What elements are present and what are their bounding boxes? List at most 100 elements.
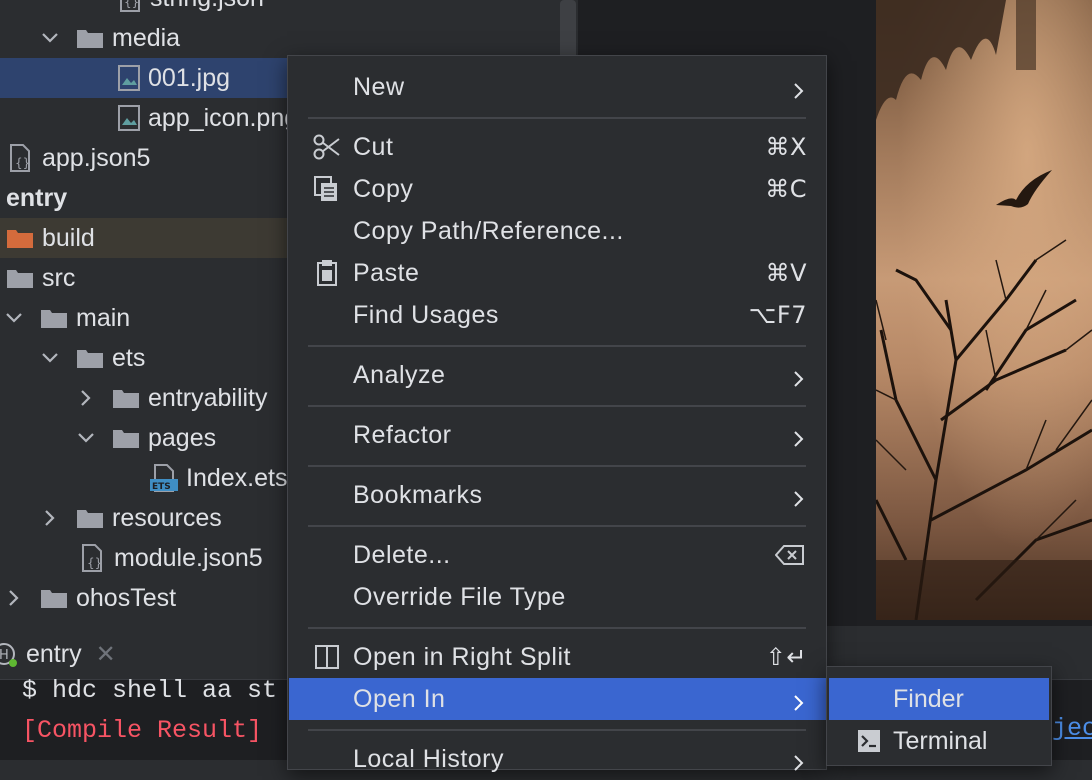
folder-icon [76, 27, 104, 49]
scissors-icon [313, 133, 341, 161]
menu-separator [308, 117, 806, 119]
menu-item-label: Copy Path/Reference... [353, 216, 624, 245]
menu-item-label: Analyze [353, 360, 446, 389]
tree-item-label: build [42, 223, 95, 252]
folder-excluded-icon [6, 227, 34, 249]
menu-item-shortcut: ⌘X [765, 133, 807, 161]
menu-item-label: Find Usages [353, 300, 499, 329]
svg-text:H: H [0, 648, 9, 663]
chevron-down-icon[interactable] [40, 352, 60, 364]
menu-separator [308, 729, 806, 731]
tree-item-label: resources [112, 503, 222, 532]
menu-item-copy[interactable]: Copy ⌘C [289, 168, 827, 210]
tree-item-label: entry [6, 183, 68, 212]
menu-item-new[interactable]: New [289, 66, 827, 108]
console-line: $ hdc shell aa st [22, 676, 278, 705]
menu-item-override-file-type[interactable]: Override File Type [289, 576, 827, 618]
tab-label: entry [26, 639, 82, 668]
menu-item-label: Delete... [353, 540, 451, 569]
tree-item-label: src [42, 263, 76, 292]
chevron-right-icon [793, 690, 805, 719]
console-line-error: [Compile Result] [22, 716, 263, 745]
tree-item-media[interactable]: media [0, 18, 578, 58]
menu-item-delete[interactable]: Delete... [289, 534, 827, 576]
tree-item-label: main [76, 303, 131, 332]
menu-item-find-usages[interactable]: Find Usages ⌥F7 [289, 294, 827, 336]
menu-item-shortcut: ⌘C [765, 175, 807, 203]
menu-item-label: Bookmarks [353, 480, 483, 509]
tree-item-label: ohosTest [76, 583, 177, 612]
menu-item-shortcut: ⌘V [765, 259, 807, 287]
menu-separator [308, 345, 806, 347]
menu-separator [308, 627, 806, 629]
menu-item-open-right-split[interactable]: Open in Right Split ⇧↵ [289, 636, 827, 678]
folder-icon [6, 267, 34, 289]
menu-item-label: Open in Right Split [353, 642, 571, 671]
tree-item-label: app_icon.png [148, 103, 299, 132]
json-file-icon: {} [80, 544, 106, 572]
harmony-run-icon: H [0, 640, 18, 668]
tree-item-label: string.json [150, 0, 264, 13]
split-view-icon [313, 643, 341, 671]
menu-item-shortcut: ⇧↵ [765, 643, 807, 671]
close-icon[interactable]: ✕ [96, 640, 116, 669]
menu-item-cut[interactable]: Cut ⌘X [289, 126, 827, 168]
tree-item-label: 001.jpg [148, 63, 231, 92]
tree-item-string-json[interactable]: {} string.json [0, 0, 578, 18]
menu-item-label: Cut [353, 132, 394, 161]
menu-item-label: New [353, 72, 405, 101]
menu-item-shortcut: ⌥F7 [748, 301, 807, 329]
menu-item-local-history[interactable]: Local History [289, 738, 827, 780]
menu-item-paste[interactable]: Paste ⌘V [289, 252, 827, 294]
open-in-submenu: Finder Terminal [826, 666, 1052, 766]
chevron-right-icon[interactable] [4, 589, 24, 607]
menu-item-bookmarks[interactable]: Bookmarks [289, 474, 827, 516]
tree-item-label: app.json5 [42, 143, 151, 172]
tree-scrollbar[interactable] [560, 0, 576, 60]
image-file-icon [118, 65, 140, 91]
menu-item-open-in[interactable]: Open In [289, 678, 827, 720]
chevron-right-icon [793, 486, 805, 515]
folder-icon [76, 507, 104, 529]
tree-item-label: pages [148, 423, 217, 452]
menu-item-label: Copy [353, 174, 414, 203]
menu-item-analyze[interactable]: Analyze [289, 354, 827, 396]
menu-item-label: Override File Type [353, 582, 566, 611]
chevron-right-icon[interactable] [40, 509, 60, 527]
tree-item-label: module.json5 [114, 543, 263, 572]
terminal-icon [857, 729, 881, 760]
menu-separator [308, 525, 806, 527]
chevron-right-icon [793, 750, 805, 779]
submenu-item-label: Finder [893, 684, 964, 713]
svg-text:{}: {} [124, 0, 139, 9]
chevron-down-icon[interactable] [76, 432, 96, 444]
menu-item-refactor[interactable]: Refactor [289, 414, 827, 456]
chevron-down-icon[interactable] [40, 32, 60, 44]
tree-item-label: ets [112, 343, 146, 372]
json-file-icon: {} [8, 144, 34, 172]
chevron-right-icon[interactable] [76, 389, 96, 407]
landscape-photo [876, 0, 1092, 620]
menu-separator [308, 465, 806, 467]
submenu-item-terminal[interactable]: Terminal [829, 720, 1049, 762]
folder-icon [40, 307, 68, 329]
menu-separator [308, 405, 806, 407]
submenu-item-finder[interactable]: Finder [829, 678, 1049, 720]
tree-item-label: Index.ets [186, 463, 288, 492]
chevron-right-icon [793, 426, 805, 455]
tree-item-label: entryability [148, 383, 268, 412]
folder-icon [40, 587, 68, 609]
menu-item-copy-path[interactable]: Copy Path/Reference... [289, 210, 827, 252]
svg-text:{}: {} [87, 556, 102, 570]
tree-item-label: media [112, 23, 181, 52]
chevron-down-icon[interactable] [4, 312, 24, 324]
folder-icon [76, 347, 104, 369]
chevron-right-icon [793, 78, 805, 107]
console-link[interactable]: jec [1052, 714, 1092, 743]
tab-entry[interactable]: H entry ✕ [0, 632, 116, 676]
folder-icon [112, 387, 140, 409]
menu-item-label: Open In [353, 684, 446, 713]
menu-item-label: Refactor [353, 420, 452, 449]
context-menu: New Cut ⌘X Copy ⌘C Copy Path/Reference..… [287, 55, 827, 773]
submenu-item-label: Terminal [893, 726, 988, 755]
